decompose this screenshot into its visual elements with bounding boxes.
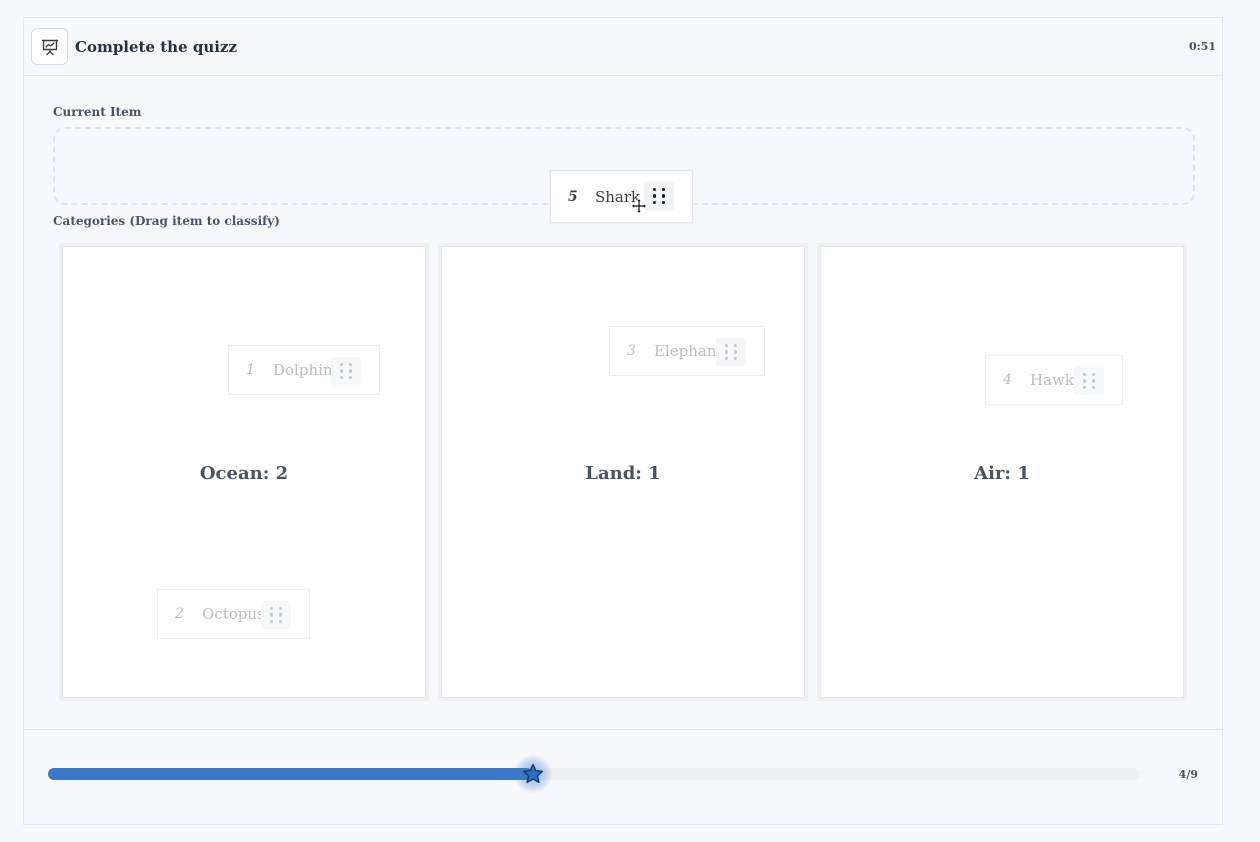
category-label: Ocean: 2	[199, 463, 289, 484]
item-number: 1	[246, 362, 255, 378]
page-title: Complete the quizz	[75, 38, 237, 56]
item-number: 4	[1003, 372, 1012, 388]
categories-label: Categories (Drag item to classify)	[53, 214, 280, 228]
item-name: Octopus	[202, 605, 265, 623]
list-item[interactable]: 1 Dolphin	[228, 345, 380, 395]
list-item[interactable]: 3 Elephant	[609, 326, 765, 376]
current-item-label: Current Item	[53, 105, 142, 119]
quiz-footer: 4/9	[24, 729, 1222, 826]
item-number: 2	[175, 606, 184, 622]
drag-handle-icon[interactable]	[1074, 367, 1104, 395]
category-label: Land: 1	[585, 463, 661, 484]
presentation-chart-icon	[31, 28, 68, 65]
category-ocean[interactable]: Ocean: 2 1 Dolphin 2 Octopus	[62, 246, 426, 698]
progress-count: 4/9	[1178, 768, 1198, 781]
drag-handle-icon[interactable]	[331, 357, 361, 385]
item-number: 5	[568, 188, 578, 205]
item-number: 3	[627, 343, 636, 359]
category-air[interactable]: Air: 1 4 Hawk	[820, 246, 1184, 698]
category-label: Air: 1	[974, 463, 1030, 484]
current-item-card[interactable]: 5 Shark	[550, 170, 693, 223]
drag-handle-icon[interactable]	[644, 182, 674, 210]
quiz-panel: Complete the quizz 0:51 Current Item Cat…	[23, 17, 1223, 825]
item-name: Elephant	[654, 342, 723, 360]
move-cursor-icon	[630, 197, 648, 218]
progress-bar-fill	[48, 768, 533, 780]
quiz-header: Complete the quizz 0:51	[24, 18, 1222, 76]
list-item[interactable]: 4 Hawk	[985, 355, 1123, 405]
drag-handle-icon[interactable]	[261, 601, 291, 629]
star-icon	[512, 754, 553, 794]
progress-bar	[48, 754, 1140, 794]
drag-handle-icon[interactable]	[716, 338, 746, 366]
quiz-timer: 0:51	[1188, 40, 1216, 53]
list-item[interactable]: 2 Octopus	[157, 589, 310, 639]
item-name: Hawk	[1030, 371, 1074, 389]
item-name: Dolphin	[273, 361, 333, 379]
category-land[interactable]: Land: 1 3 Elephant	[441, 246, 805, 698]
